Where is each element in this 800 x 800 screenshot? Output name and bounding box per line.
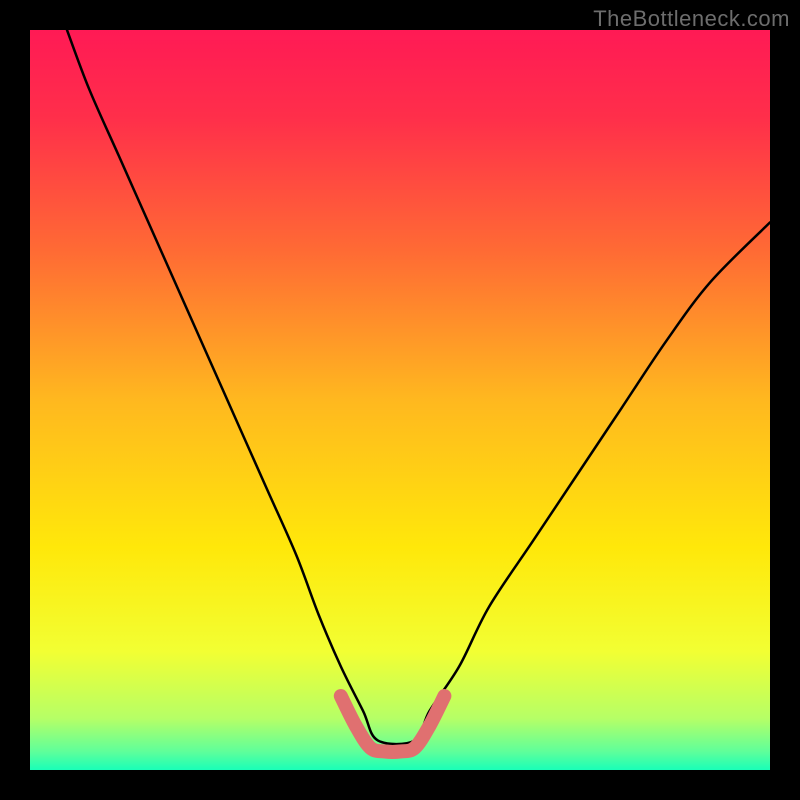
watermark-text: TheBottleneck.com	[593, 6, 790, 32]
chart-frame: TheBottleneck.com	[0, 0, 800, 800]
chart-svg	[30, 30, 770, 770]
gradient-background	[30, 30, 770, 770]
plot-area	[30, 30, 770, 770]
